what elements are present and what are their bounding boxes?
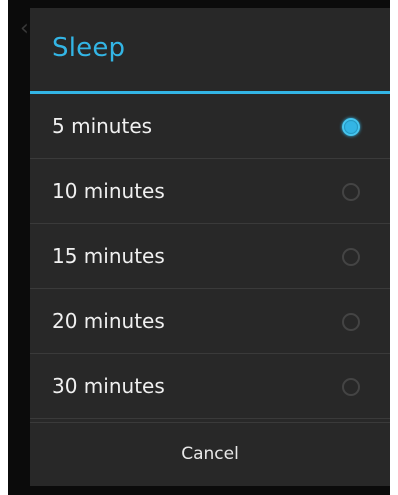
radio-checked-icon[interactable]: [342, 118, 360, 136]
radio-unchecked-icon[interactable]: [342, 248, 360, 266]
radio-unchecked-icon[interactable]: [342, 313, 360, 331]
dialog-footer: Cancel: [30, 422, 390, 486]
option-20-minutes[interactable]: 20 minutes: [30, 289, 390, 354]
radio-unchecked-icon[interactable]: [342, 183, 360, 201]
option-15-minutes[interactable]: 15 minutes: [30, 224, 390, 289]
option-label: 30 minutes: [52, 374, 165, 398]
option-label: 5 minutes: [52, 114, 153, 138]
option-10-minutes[interactable]: 10 minutes: [30, 159, 390, 224]
option-30-minutes[interactable]: 30 minutes: [30, 354, 390, 419]
option-5-minutes[interactable]: 5 minutes: [30, 94, 390, 159]
sleep-dialog: Sleep 5 minutes 10 minutes 15 minutes 20…: [30, 8, 390, 486]
option-label: 15 minutes: [52, 244, 165, 268]
chevron-left-icon: ‹: [20, 16, 29, 41]
dialog-title: Sleep: [52, 33, 126, 63]
cancel-button[interactable]: Cancel: [30, 423, 390, 486]
option-label: 20 minutes: [52, 309, 165, 333]
radio-unchecked-icon[interactable]: [342, 378, 360, 396]
option-label: 10 minutes: [52, 179, 165, 203]
sleep-options-list: 5 minutes 10 minutes 15 minutes 20 minut…: [30, 94, 390, 419]
